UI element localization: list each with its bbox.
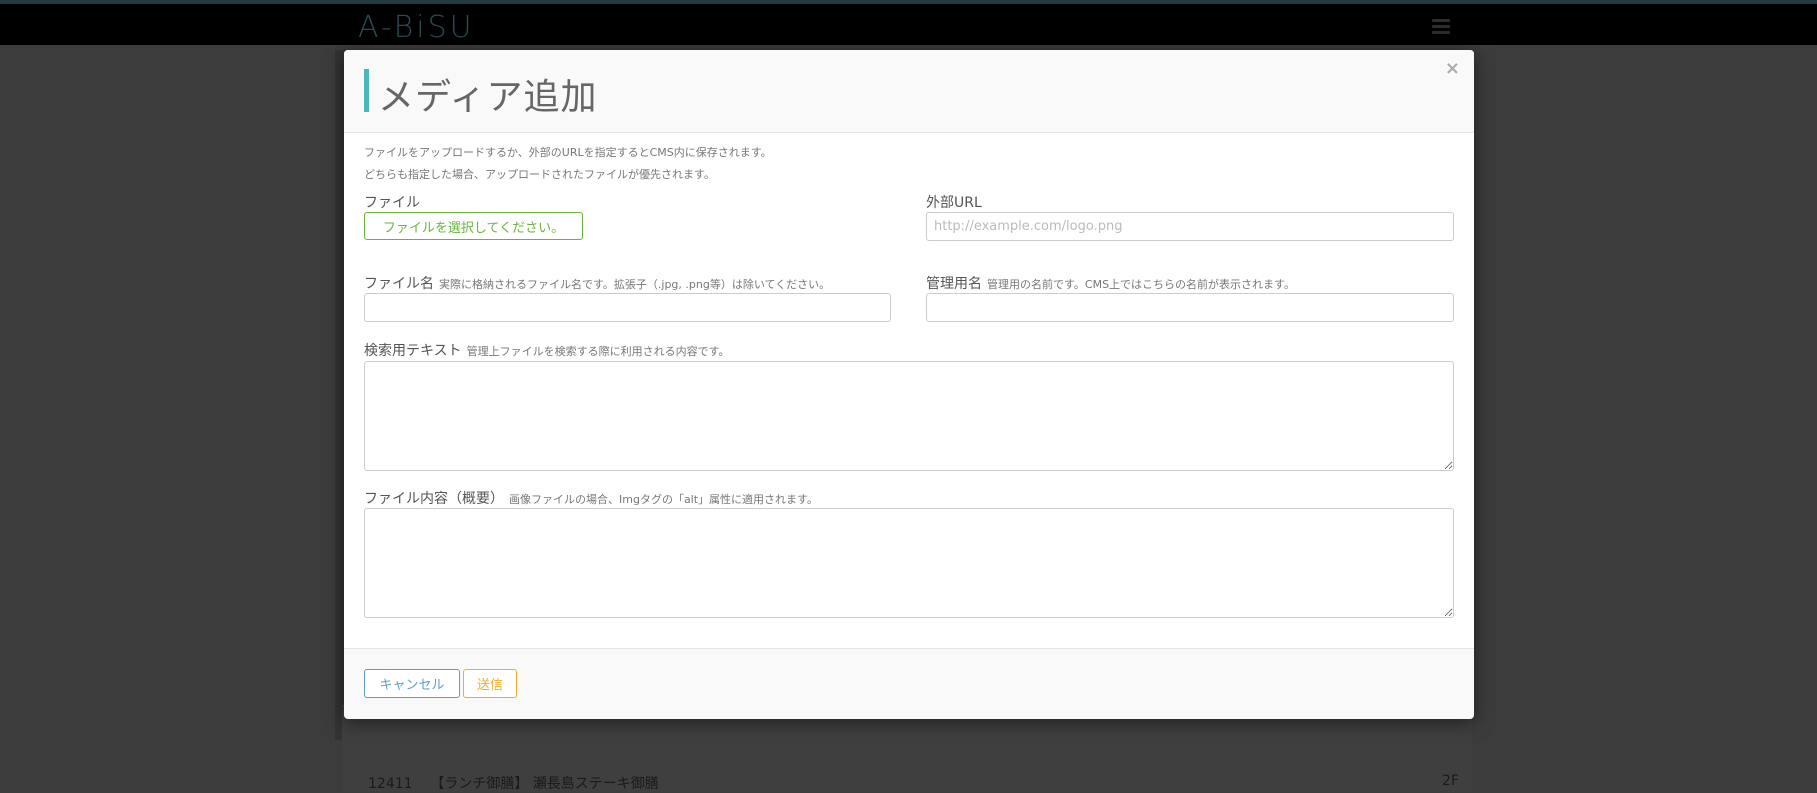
upload-note-2: どちらも指定した場合、アップロードされたファイルが優先されます。 [364,168,715,181]
brand-logo[interactable]: A-BiSU [358,10,475,45]
file-label: ファイル [364,195,420,211]
search-text-hint: 管理上ファイルを検索する際に利用される内容です。 [466,345,730,358]
media-add-modal: メディア追加 × ファイルをアップロードするか、外部のURLを指定するとCMS内… [344,50,1474,719]
description-hint: 画像ファイルの場合、Imgタグの「alt」属性に適用されます。 [509,493,818,506]
modal-title: メディア追加 [378,77,598,118]
search-text-textarea[interactable] [364,361,1454,471]
admin-name-label-text: 管理用名 [926,276,982,292]
search-text-label: 検索用テキスト 管理上ファイルを検索する際に利用される内容です。 [364,340,730,360]
modal-footer: キャンセル 送信 [344,648,1474,719]
file-select-button[interactable]: ファイルを選択してください。 [364,212,583,240]
admin-name-hint: 管理用の名前です。CMS上ではこちらの名前が表示されます。 [987,278,1295,291]
description-label-text: ファイル内容（概要） [364,491,504,507]
file-name-label: ファイル名 実際に格納されるファイル名です。拡張子（.jpg, .png等）は除い… [364,273,830,293]
file-name-label-text: ファイル名 [364,276,434,292]
row-title: 【ランチ御膳】 瀬長島ステーキ御膳 [430,776,659,792]
send-button[interactable]: 送信 [463,669,517,698]
description-label: ファイル内容（概要） 画像ファイルの場合、Imgタグの「alt」属性に適用されます… [364,488,818,508]
admin-name-label: 管理用名 管理用の名前です。CMS上ではこちらの名前が表示されます。 [926,273,1295,293]
row-id: 12411 [368,776,413,792]
cancel-button[interactable]: キャンセル [364,669,460,698]
top-navbar: A-BiSU [0,0,1817,45]
modal-header: メディア追加 × [344,50,1474,133]
title-accent-bar [364,69,369,112]
file-name-input[interactable] [364,293,891,322]
search-text-label-text: 検索用テキスト [364,343,462,359]
close-icon[interactable]: × [1445,58,1460,79]
external-url-input[interactable] [926,212,1454,241]
upload-note-1: ファイルをアップロードするか、外部のURLを指定するとCMS内に保存されます。 [364,146,772,159]
hamburger-menu-icon[interactable] [1432,19,1450,37]
admin-name-input[interactable] [926,293,1454,322]
description-textarea[interactable] [364,508,1454,618]
external-url-label: 外部URL [926,195,982,211]
row-tail: 2F [1442,773,1459,789]
background-list-item[interactable]: 12411 【ランチ御膳】 瀬長島ステーキ御膳 [368,773,659,793]
file-name-hint: 実際に格納されるファイル名です。拡張子（.jpg, .png等）は除いてください… [439,278,831,291]
page-scrollbar[interactable] [1804,45,1817,791]
